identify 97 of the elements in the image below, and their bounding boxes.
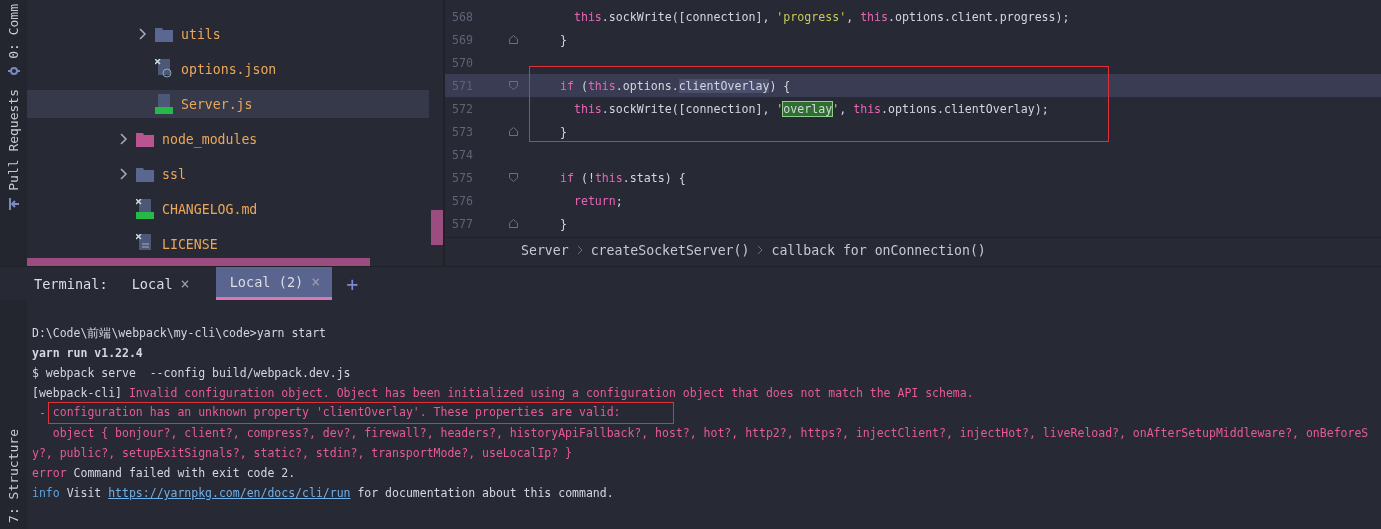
- line-number: 574: [451, 147, 473, 162]
- terminal-text: info: [32, 486, 60, 500]
- tree-item[interactable]: ssl: [27, 160, 429, 188]
- fold-icon[interactable]: [509, 219, 518, 228]
- terminal-text: for documentation about this command.: [356, 486, 614, 500]
- terminal-text: configuration has an unknown property 'clientOverlay'. These properties are valid:: [52, 405, 621, 419]
- tree-item[interactable]: Server.js: [27, 90, 429, 118]
- code-token: this: [860, 9, 889, 24]
- code-token: ,: [846, 9, 855, 24]
- file-name: node_modules: [162, 131, 258, 147]
- breadcrumb[interactable]: callback for onConnection(): [771, 242, 986, 258]
- tree-item[interactable]: LICENSE: [27, 230, 429, 258]
- tool-window-tab[interactable]: Pull Requests: [6, 88, 21, 191]
- terminal-text: [webpack-cli]: [32, 386, 123, 400]
- code-token: this: [594, 170, 623, 185]
- breadcrumb[interactable]: Server: [521, 242, 569, 258]
- file-name: LICENSE: [162, 236, 218, 252]
- selected-text: clientOverlay: [678, 78, 770, 93]
- file-icon: [136, 199, 154, 219]
- code-token: }: [558, 32, 567, 47]
- code-token: .stats) {: [622, 170, 686, 185]
- file-name: utils: [181, 26, 221, 42]
- code-token: ,: [839, 101, 848, 116]
- chevron-right-icon[interactable]: [139, 28, 147, 40]
- file-name: CHANGELOG.md: [162, 201, 258, 217]
- tree-item[interactable]: CHANGELOG.md: [27, 195, 429, 223]
- fold-icon[interactable]: [509, 173, 518, 182]
- folder-icon: [136, 166, 154, 182]
- scrollbar-thumb[interactable]: [27, 258, 370, 266]
- code-token: .options.client.progress);: [888, 9, 1070, 24]
- fold-icon[interactable]: [509, 35, 518, 44]
- breadcrumb[interactable]: createSocketServer(): [590, 242, 750, 258]
- tree-item[interactable]: utils: [27, 20, 429, 48]
- chevron-right-icon[interactable]: [120, 168, 128, 180]
- line-number: 570: [451, 55, 473, 70]
- line-number: 569: [451, 32, 473, 47]
- line-number: 573: [451, 124, 473, 139]
- code-token: this: [572, 9, 602, 24]
- scrollbar-thumb[interactable]: [431, 210, 443, 245]
- line-number: 568: [451, 9, 473, 24]
- tree-item[interactable]: options.json: [27, 55, 429, 83]
- code-token: }: [558, 124, 567, 139]
- code-token: return: [572, 193, 616, 208]
- panel-title: Terminal:: [34, 275, 108, 292]
- code-token: }: [558, 216, 567, 231]
- link[interactable]: https://yarnpkg.com/en/docs/cli/run: [108, 486, 351, 500]
- terminal-tab[interactable]: Local (2) ×: [215, 267, 333, 300]
- terminal-text: error: [32, 466, 67, 480]
- file-name: ssl: [162, 166, 186, 182]
- commit-icon: [7, 64, 20, 77]
- terminal-text: Invalid configuration object. Object has been initialized using a configuration object that does not match the API schema.: [128, 386, 974, 400]
- file-name: options.json: [181, 61, 277, 77]
- line-number: 577: [451, 216, 473, 231]
- line-number: 575: [451, 170, 473, 185]
- tool-window-tab[interactable]: 0: Comm: [6, 4, 21, 59]
- chevron-right-icon[interactable]: [120, 133, 128, 145]
- code-token: this: [587, 78, 616, 93]
- terminal-text: y?, public?, setupExitSignals?, static?, stdin?, transportMode?, useLocalIp? }: [32, 446, 573, 460]
- code-token: (: [579, 78, 588, 93]
- terminal-text: Visit: [65, 486, 103, 500]
- code-token: ) {: [769, 78, 791, 93]
- fold-icon[interactable]: [509, 81, 518, 90]
- file-icon: [155, 59, 173, 79]
- new-tab-button[interactable]: +: [332, 267, 373, 300]
- terminal-text: object { bonjour?, client?, compress?, dev?, firewall?, headers?, historyApiFallback?, host?, hot?, http2?, https?, injectClient?, injectHot?, liveReload?, onAfterSetupMiddleware?, onBeforeS: [51, 426, 1369, 440]
- chevron-right-icon: [576, 245, 583, 255]
- file-icon: [155, 94, 173, 114]
- chevron-right-icon: [757, 245, 764, 255]
- terminal-text: -: [37, 406, 47, 420]
- code-token: 'progress': [776, 9, 847, 24]
- terminal-text: yarn run v1.22.4: [32, 346, 143, 360]
- line-number: 576: [451, 193, 473, 208]
- code-token: if: [558, 78, 574, 93]
- folder-icon: [136, 131, 154, 147]
- code-token: .options.: [615, 78, 679, 93]
- code-token: this: [572, 101, 602, 116]
- file-name: Server.js: [181, 96, 253, 112]
- code-token: ;: [615, 193, 623, 208]
- terminal-text: Command failed with exit code 2.: [72, 466, 296, 480]
- close-button[interactable]: ×: [180, 274, 190, 293]
- line-number: 572: [451, 101, 473, 116]
- code-token: this: [853, 101, 882, 116]
- search-match: overlay: [783, 101, 833, 116]
- tree-item[interactable]: node_modules: [27, 125, 429, 153]
- terminal-tab[interactable]: Local ×: [131, 267, 202, 300]
- code-token: (!: [579, 170, 595, 185]
- code-token: if: [558, 170, 574, 185]
- pull-request-icon: [7, 196, 20, 211]
- terminal-text: D:\Code\前端\webpack\my-cli\code>yarn start: [32, 325, 327, 341]
- code-token: .sockWrite([connection],: [601, 9, 771, 24]
- terminal-text: $ webpack serve --config build/webpack.dev.js: [32, 366, 351, 380]
- fold-icon[interactable]: [509, 127, 518, 136]
- code-token: ': [832, 101, 840, 116]
- code-token: .options.clientOverlay);: [881, 101, 1049, 116]
- folder-icon: [155, 26, 173, 42]
- code-token: .sockWrite([connection],: [601, 101, 771, 116]
- code-token: ': [776, 101, 784, 116]
